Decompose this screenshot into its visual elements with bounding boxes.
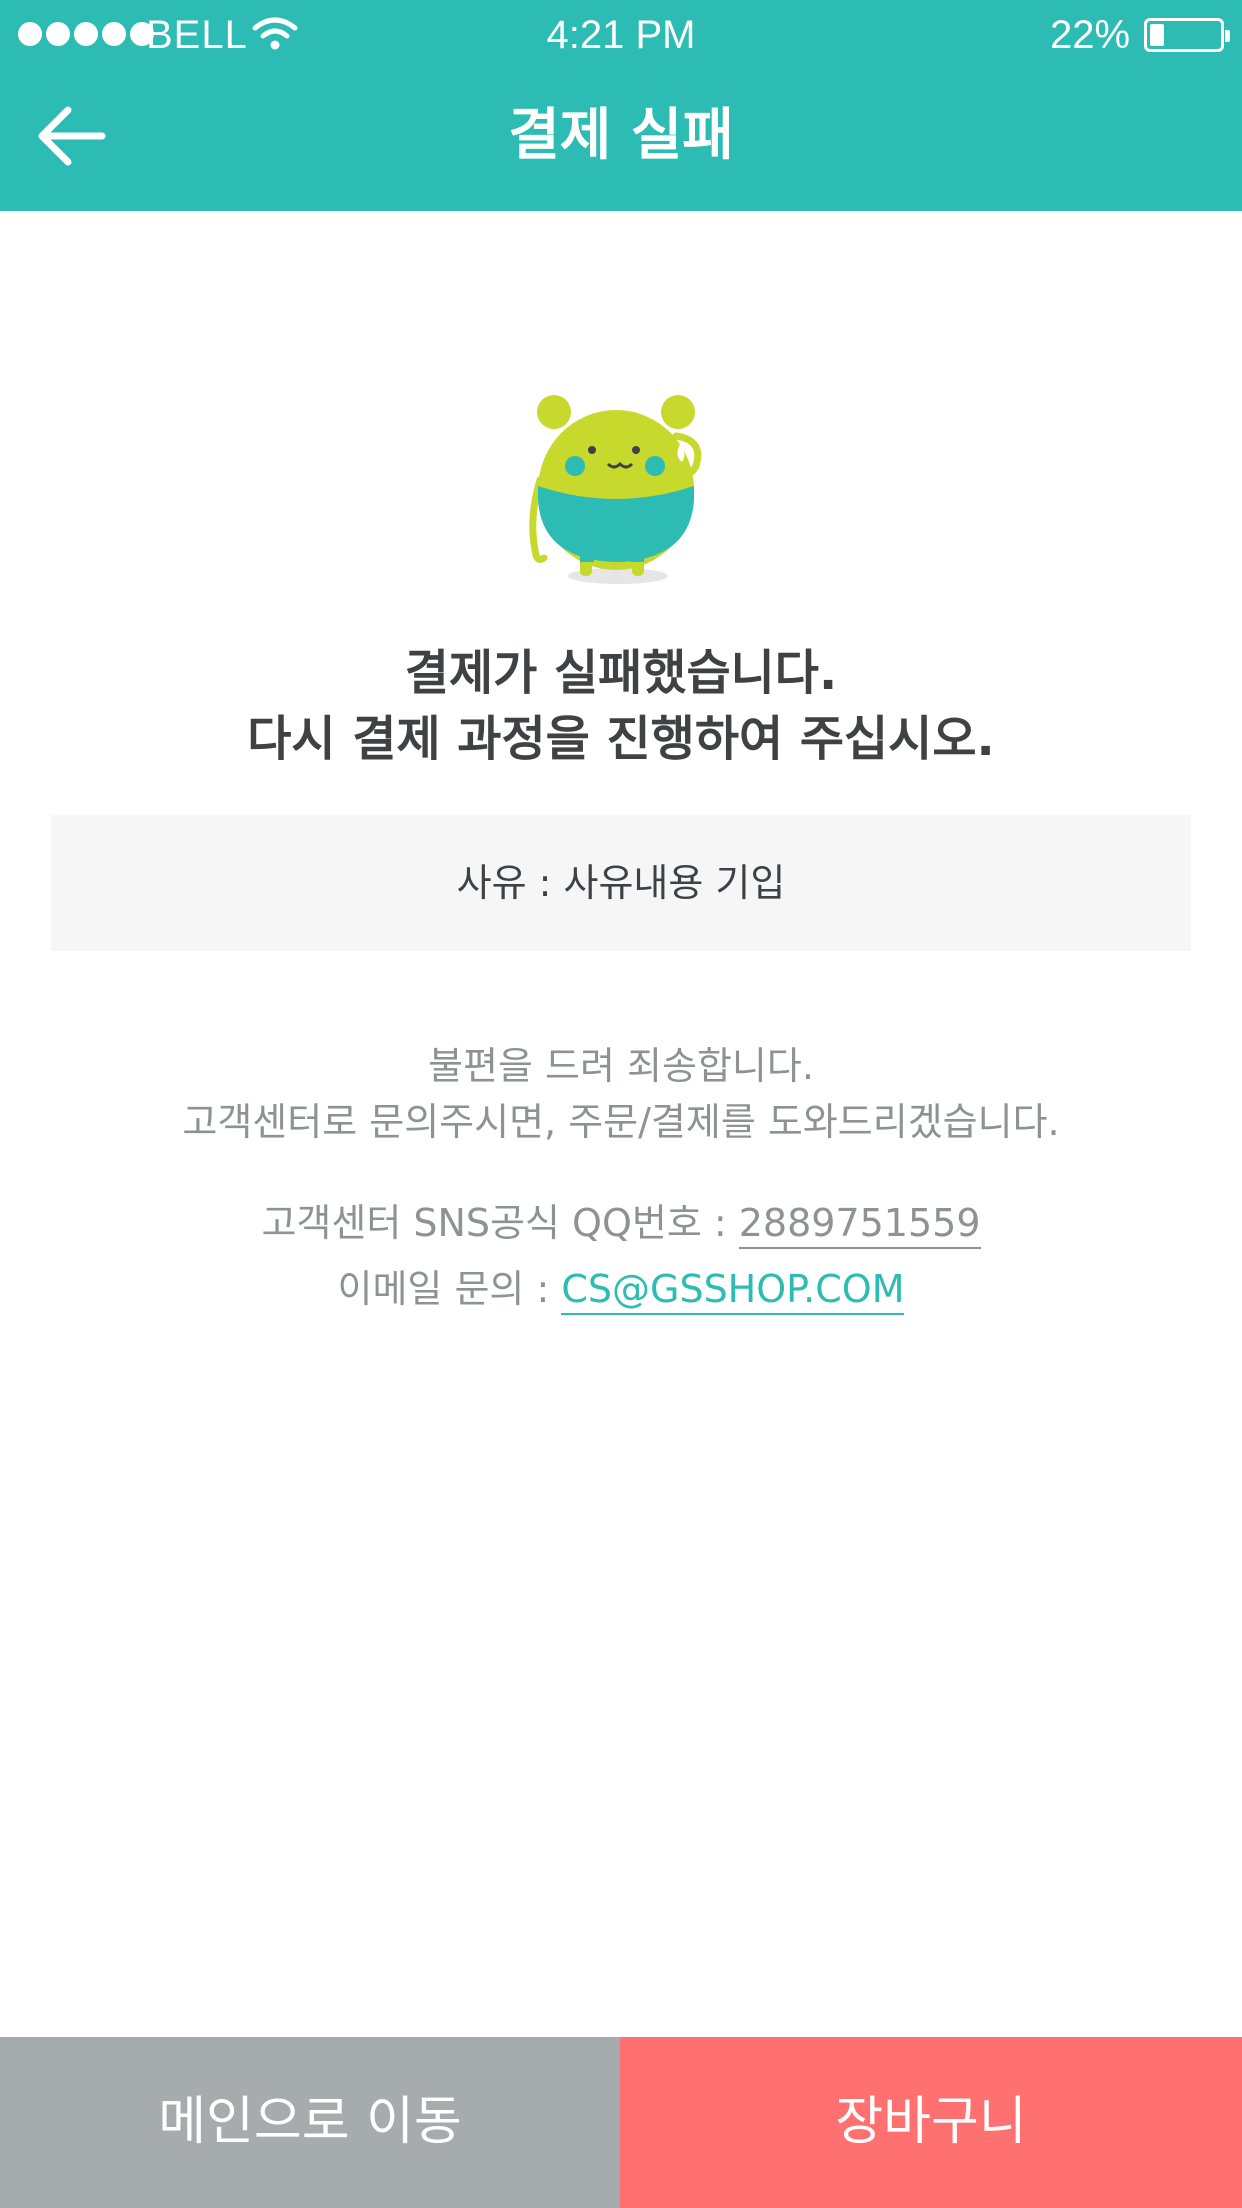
qq-label: 고객센터 SNS공식 QQ번호 :: [261, 1201, 739, 1245]
qq-contact: 고객센터 SNS공식 QQ번호 : 2889751559: [0, 1192, 1242, 1249]
cart-button[interactable]: 장바구니: [620, 2037, 1242, 2208]
go-main-button[interactable]: 메인으로 이동: [0, 2037, 620, 2208]
headline-line-2: 다시 결제 과정을 진행하여 주십시오.: [247, 711, 995, 767]
qq-number-link[interactable]: 2889751559: [738, 1201, 981, 1249]
battery-percent: 22%: [1050, 13, 1131, 57]
apology-line-1: 불편을 드려 죄송합니다.: [428, 1044, 814, 1088]
bear-mascot-icon: [529, 395, 702, 584]
battery-icon: [1144, 18, 1230, 52]
bottom-action-bar: 메인으로 이동 장바구니: [0, 2037, 1242, 2208]
email-contact: 이메일 문의 : CS@GSSHOP.COM: [0, 1258, 1242, 1315]
apology-line-2: 고객센터로 문의주시면, 주문/결제를 도와드리겠습니다.: [182, 1100, 1060, 1144]
email-label: 이메일 문의 :: [337, 1267, 562, 1311]
email-link[interactable]: CS@GSSHOP.COM: [561, 1267, 905, 1315]
failure-message: 결제가 실패했습니다. 다시 결제 과정을 진행하여 주십시오.: [0, 640, 1242, 772]
failure-reason: 사유 : 사유내용 기입: [51, 815, 1191, 951]
page-title: 결제 실패: [508, 103, 734, 168]
status-bar: BELL 4:21 PM 22%: [0, 0, 1242, 70]
app-header: BELL 4:21 PM 22% 결제 실패: [0, 0, 1242, 211]
apology-message: 불편을 드려 죄송합니다. 고객센터로 문의주시면, 주문/결제를 도와드리겠습…: [0, 1038, 1242, 1150]
headline-line-1: 결제가 실패했습니다.: [404, 645, 838, 701]
